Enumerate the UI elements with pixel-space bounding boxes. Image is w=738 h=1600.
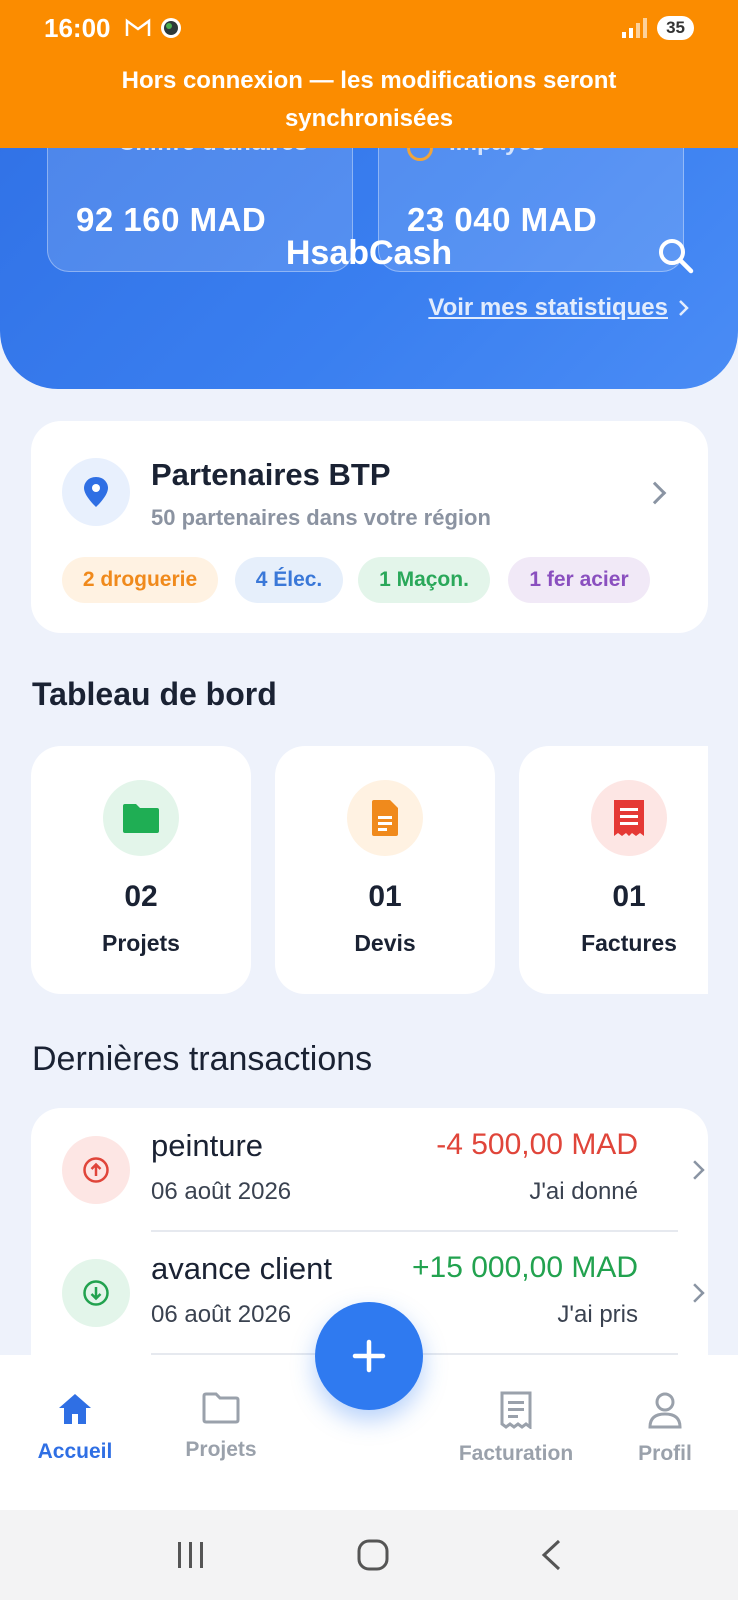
tile-projets[interactable]: 02 Projets	[31, 746, 251, 994]
add-button[interactable]	[315, 1302, 423, 1410]
view-statistics-label: Voir mes statistiques	[428, 294, 668, 321]
folder-icon	[202, 1392, 240, 1424]
folder-icon	[103, 780, 179, 856]
tile-devis[interactable]: 01 Devis	[275, 746, 495, 994]
app-title: HsabCash	[285, 234, 453, 272]
transaction-amount: -4 500,00 MAD	[436, 1128, 638, 1161]
dashboard-title: Tableau de bord	[32, 676, 277, 712]
chevron-right-icon	[685, 1160, 705, 1180]
offline-banner: Hors connexion — les modifications seron…	[0, 56, 738, 148]
nav-facturation[interactable]: Facturation	[441, 1391, 591, 1466]
receipt-icon	[591, 780, 667, 856]
chevron-right-icon	[643, 481, 667, 505]
nav-profil[interactable]: Profil	[590, 1391, 738, 1466]
battery-level: 35	[657, 16, 694, 40]
nav-facturation-label: Facturation	[458, 1442, 574, 1465]
chip-droguerie[interactable]: 2 droguerie	[62, 557, 218, 603]
gmail-icon	[125, 18, 150, 36]
chip-fer-acier[interactable]: 1 fer acier	[508, 557, 650, 603]
partners-subtitle: 50 partenaires dans votre région	[151, 505, 491, 530]
offline-banner-line1: Hors connexion — les modifications seron…	[121, 67, 617, 94]
document-icon	[347, 780, 423, 856]
transaction-kind: J'ai donné	[529, 1178, 638, 1205]
status-time: 16:00	[44, 12, 111, 43]
nav-projets-label: Projets	[185, 1438, 257, 1461]
transaction-title: peinture	[151, 1128, 264, 1163]
chevron-right-icon	[679, 300, 689, 316]
signal-icon	[622, 18, 648, 38]
view-statistics-link[interactable]: Voir mes statistiques	[428, 294, 690, 322]
tile-factures[interactable]: 01 Factures	[519, 746, 708, 994]
partners-card[interactable]: Partenaires BTP 50 partenaires dans votr…	[31, 421, 708, 633]
search-icon[interactable]	[656, 236, 696, 276]
devis-label: Devis	[354, 930, 416, 956]
transaction-kind: J'ai pris	[557, 1301, 638, 1328]
home-icon	[59, 1394, 91, 1424]
status-bar: 16:00 35	[0, 0, 738, 56]
user-icon	[648, 1392, 682, 1429]
recent-apps-icon[interactable]	[175, 1540, 207, 1570]
arrow-down-icon	[62, 1259, 130, 1327]
nav-accueil-label: Accueil	[37, 1440, 113, 1463]
transaction-amount: +15 000,00 MAD	[412, 1251, 638, 1284]
nav-profil-label: Profil	[638, 1442, 692, 1465]
back-icon[interactable]	[539, 1538, 563, 1572]
transactions-title: Dernières transactions	[32, 1040, 373, 1078]
devis-count: 01	[368, 880, 402, 913]
home-button-icon[interactable]	[356, 1538, 390, 1572]
chevron-right-icon	[685, 1283, 705, 1303]
transaction-title: avance client	[151, 1251, 332, 1286]
nav-projets[interactable]: Projets	[146, 1391, 296, 1462]
nav-accueil[interactable]: Accueil	[0, 1391, 150, 1464]
offline-banner-line2: synchronisées	[284, 105, 454, 132]
transaction-row[interactable]: peinture 06 août 2026 -4 500,00 MAD J'ai…	[31, 1108, 708, 1230]
arrow-up-icon	[62, 1136, 130, 1204]
factures-label: Factures	[581, 930, 677, 956]
chip-elec[interactable]: 4 Élec.	[235, 557, 343, 603]
receipt-icon	[500, 1391, 532, 1430]
partners-title: Partenaires BTP	[151, 457, 391, 492]
location-pin-icon	[62, 458, 130, 526]
globe-icon	[160, 18, 181, 38]
chip-macon[interactable]: 1 Maçon.	[358, 557, 490, 603]
transaction-date: 06 août 2026	[151, 1178, 292, 1205]
transaction-date: 06 août 2026	[151, 1301, 292, 1328]
projets-label: Projets	[102, 930, 180, 956]
system-navigation-bar	[0, 1510, 738, 1600]
projets-count: 02	[124, 880, 158, 913]
factures-count: 01	[612, 880, 646, 913]
plus-icon	[352, 1339, 386, 1373]
